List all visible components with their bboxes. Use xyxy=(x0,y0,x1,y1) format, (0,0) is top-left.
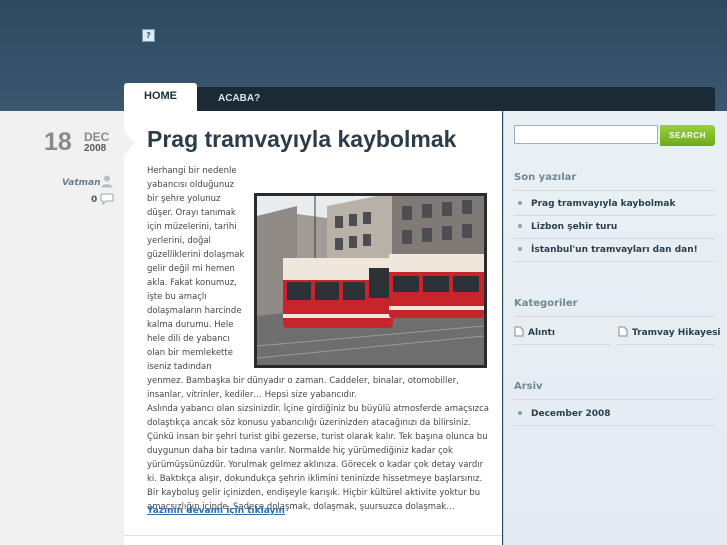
post-date-year: 2008 xyxy=(84,143,107,154)
post-excerpt-bottom: Aslında yabancı olan sizsinizdir. İçine … xyxy=(147,404,489,512)
archive-item[interactable]: December 2008 xyxy=(514,403,715,426)
recent-post-label[interactable]: Lizbon şehir turu xyxy=(531,222,617,232)
categories-heading: Kategoriler xyxy=(514,298,578,309)
comment-count[interactable]: 0 xyxy=(91,195,97,205)
category-label[interactable]: Alıntı xyxy=(528,328,555,338)
document-icon xyxy=(618,326,628,337)
category-label[interactable]: Tramvay Hikayesi xyxy=(632,328,721,338)
prague-tram-photo xyxy=(254,193,487,368)
bullet-icon xyxy=(518,247,522,251)
speech-bubble-icon[interactable] xyxy=(100,193,114,205)
archive-label[interactable]: December 2008 xyxy=(531,409,611,419)
post-title[interactable]: Prag tramvayıyla kaybolmak xyxy=(147,126,456,153)
recent-post-label[interactable]: İstanbul'un tramvayları dan dan! xyxy=(531,245,698,255)
recent-post-label[interactable]: Prag tramvayıyla kaybolmak xyxy=(531,199,675,209)
post-body: Herhangi bir nedenle yabancısı olduğunuz… xyxy=(147,164,490,514)
document-icon xyxy=(514,326,524,337)
recent-post-item[interactable]: Prag tramvayıyla kaybolmak xyxy=(514,193,715,216)
post-date-day: 18 xyxy=(44,128,72,156)
recent-posts-rule xyxy=(514,190,715,191)
broken-image-icon[interactable]: ? xyxy=(142,29,155,42)
recent-post-item[interactable]: Lizbon şehir turu xyxy=(514,216,715,239)
recent-post-item[interactable]: İstanbul'un tramvayları dan dan! xyxy=(514,239,715,262)
archive-rule xyxy=(514,399,715,400)
search-input[interactable] xyxy=(514,125,658,144)
user-icon xyxy=(101,175,113,188)
categories-rule xyxy=(514,316,715,317)
recent-posts-heading: Son yazılar xyxy=(514,172,577,183)
search-button[interactable]: SEARCH xyxy=(660,125,715,146)
post-date-month: DEC xyxy=(84,130,110,144)
content-divider xyxy=(124,535,502,536)
archive-heading: Arsiv xyxy=(514,381,543,392)
bullet-icon xyxy=(518,224,522,228)
bullet-icon xyxy=(518,411,522,415)
nav-home-tab[interactable]: HOME xyxy=(124,83,197,111)
bullet-icon xyxy=(518,201,522,205)
post-author[interactable]: Vatman xyxy=(62,178,101,188)
read-more-link[interactable]: Yazının devamı için tıklayın xyxy=(147,506,285,516)
category-item-tramvay[interactable]: Tramvay Hikayesi xyxy=(618,322,721,345)
nav-acaba-tab[interactable]: ACABA? xyxy=(210,87,268,111)
category-item-alinti[interactable]: Alıntı xyxy=(514,322,611,345)
date-notch xyxy=(124,131,135,155)
